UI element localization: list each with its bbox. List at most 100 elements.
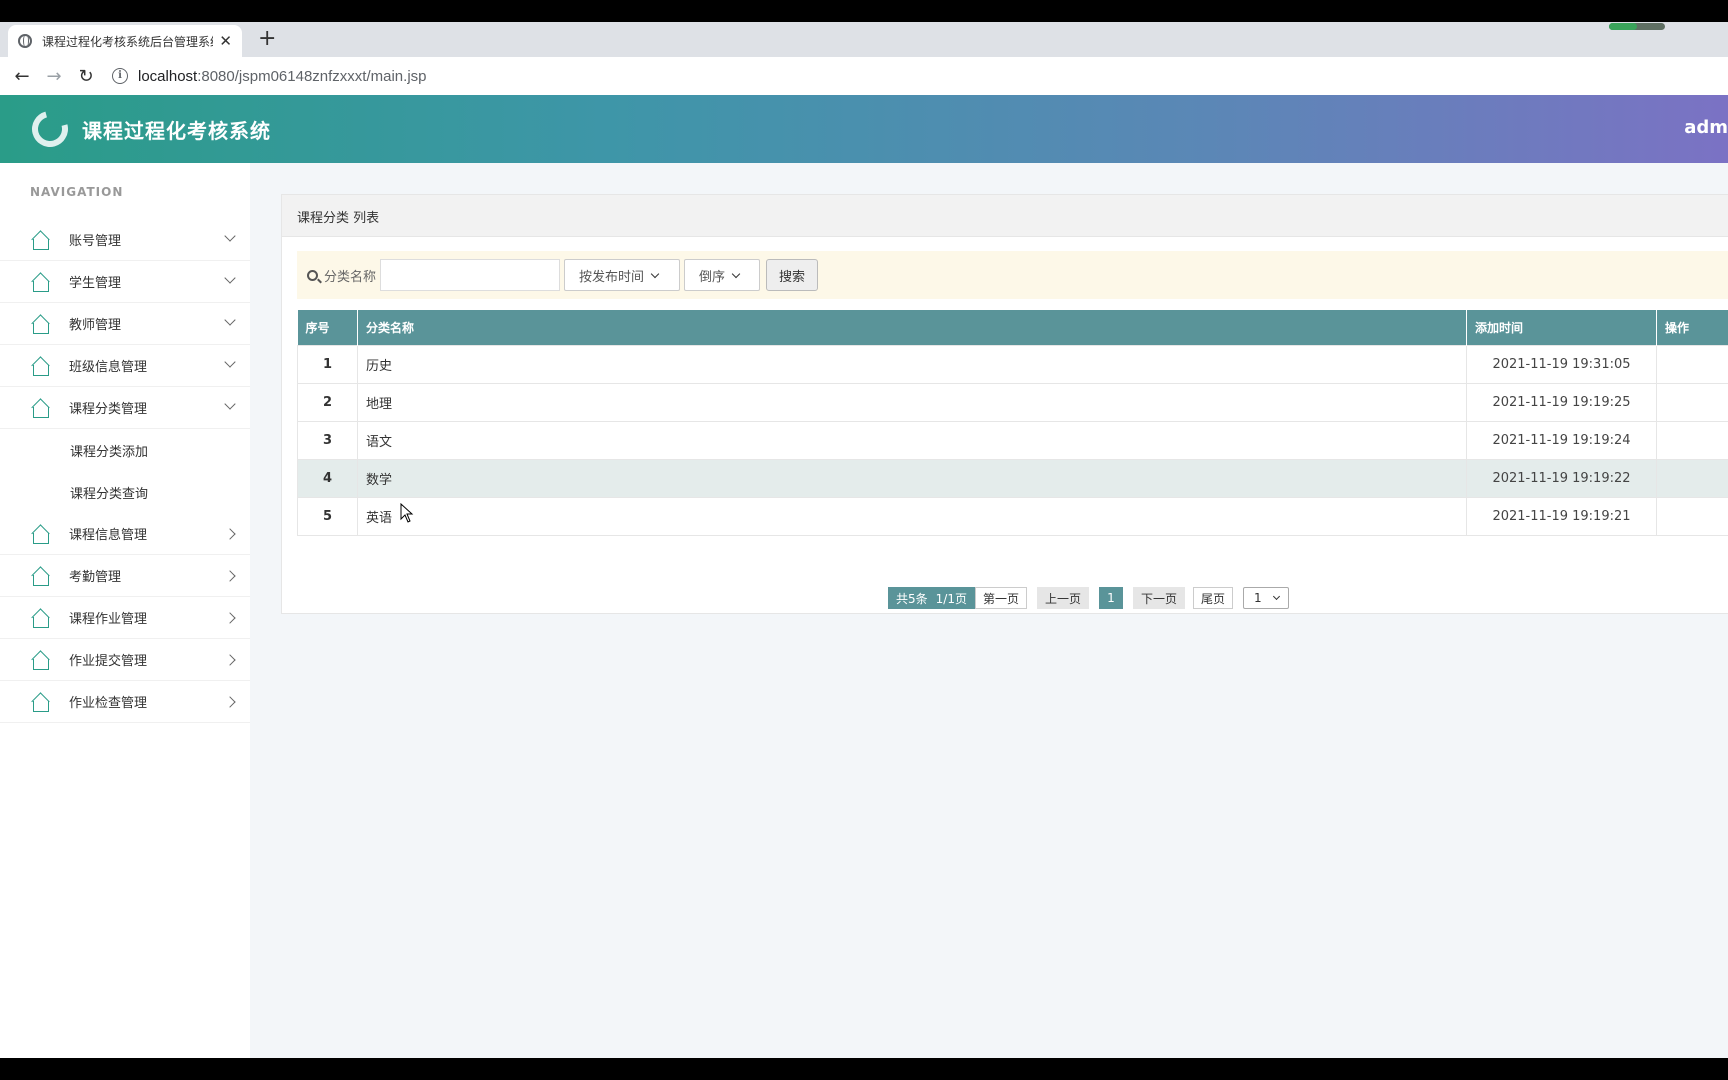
address-bar: ← → ↻ i localhost:8080/jspm06148znfzxxxt… bbox=[0, 57, 1728, 95]
chevron-right-icon bbox=[210, 569, 250, 583]
chevron-down-icon bbox=[731, 269, 741, 278]
page-jump-value: 1 bbox=[1254, 591, 1262, 605]
row-no: 5 bbox=[297, 496, 358, 536]
next-page-button[interactable]: 下一页 bbox=[1133, 587, 1186, 609]
search-icon bbox=[307, 269, 318, 281]
home-icon bbox=[31, 652, 49, 670]
row-name: 地理 bbox=[357, 382, 1467, 422]
panel-title: 课程分类 列表 bbox=[282, 195, 1728, 237]
row-name: 语文 bbox=[357, 420, 1467, 460]
home-icon bbox=[31, 568, 49, 586]
browser-tab[interactable]: 课程过程化考核系统后台管理系统 ✕ bbox=[8, 25, 242, 57]
table-row: 4 数学 2021-11-19 19:19:22 bbox=[297, 458, 1728, 498]
row-time: 2021-11-19 19:19:22 bbox=[1466, 458, 1657, 498]
table-row: 5 英语 2021-11-19 19:19:21 bbox=[297, 496, 1728, 536]
page-jump-select[interactable]: 1 bbox=[1243, 587, 1290, 609]
user-name[interactable]: adm bbox=[1684, 117, 1728, 138]
row-actions bbox=[1656, 382, 1728, 422]
sidebar-item-accounts[interactable]: 账号管理 bbox=[0, 219, 250, 261]
search-label: 分类名称 bbox=[324, 269, 377, 285]
home-icon bbox=[31, 400, 49, 418]
screen: 课程过程化考核系统后台管理系统 ✕ + ← → ↻ i localhost:80… bbox=[0, 22, 1728, 1058]
chevron-right-icon bbox=[210, 695, 250, 709]
home-icon bbox=[31, 232, 49, 250]
row-time: 2021-11-19 19:19:24 bbox=[1466, 420, 1657, 460]
col-no: 序号 bbox=[297, 310, 358, 345]
sidebar-item-attendance[interactable]: 考勤管理 bbox=[0, 555, 250, 597]
sidebar-item-homework[interactable]: 课程作业管理 bbox=[0, 597, 250, 639]
browser-tab-bar: 课程过程化考核系统后台管理系统 ✕ + bbox=[0, 22, 1728, 57]
row-no: 2 bbox=[297, 382, 358, 422]
table-row: 3 语文 2021-11-19 19:19:24 bbox=[297, 420, 1728, 460]
info-icon[interactable]: i bbox=[112, 68, 128, 84]
chevron-down-icon bbox=[210, 316, 250, 331]
sidebar-subitem-add-category[interactable]: 课程分类添加 bbox=[0, 429, 250, 471]
app-header: 课程过程化考核系统 adm bbox=[0, 95, 1728, 163]
url-path: :8080/jspm06148znfzxxxt/main.jsp bbox=[197, 67, 427, 85]
last-page-button[interactable]: 尾页 bbox=[1193, 587, 1234, 609]
sidebar-item-teachers[interactable]: 教师管理 bbox=[0, 303, 250, 345]
sidebar-item-label: 班级信息管理 bbox=[69, 360, 148, 375]
chevron-right-icon bbox=[210, 527, 250, 541]
first-page-button[interactable]: 第一页 bbox=[974, 587, 1027, 609]
sort-field-select[interactable]: 按发布时间 bbox=[564, 259, 681, 291]
row-name: 英语 bbox=[357, 496, 1467, 536]
row-actions bbox=[1656, 496, 1728, 536]
category-name-input[interactable] bbox=[380, 259, 561, 291]
sidebar-item-students[interactable]: 学生管理 bbox=[0, 261, 250, 303]
reload-icon[interactable]: ↻ bbox=[70, 66, 102, 87]
home-icon bbox=[31, 358, 49, 376]
close-tab-icon[interactable]: ✕ bbox=[219, 32, 232, 50]
row-no: 3 bbox=[297, 420, 358, 460]
new-tab-button[interactable]: + bbox=[258, 26, 276, 51]
window-indicator bbox=[1609, 23, 1665, 30]
search-button[interactable]: 搜索 bbox=[766, 259, 819, 291]
logo-icon bbox=[25, 104, 75, 154]
sidebar-item-label: 教师管理 bbox=[69, 318, 122, 333]
table-header-row: 序号 分类名称 添加时间 操作 bbox=[297, 310, 1728, 345]
table-row: 2 地理 2021-11-19 19:19:25 bbox=[297, 382, 1728, 422]
category-table: 序号 分类名称 添加时间 操作 1 历史 2021-11-19 19:31:05… bbox=[297, 310, 1728, 536]
table-row: 1 历史 2021-11-19 19:31:05 bbox=[297, 344, 1728, 384]
sidebar-item-course-info[interactable]: 课程信息管理 bbox=[0, 513, 250, 555]
row-no: 4 bbox=[297, 458, 358, 498]
row-name: 历史 bbox=[357, 344, 1467, 384]
url-field[interactable]: localhost:8080/jspm06148znfzxxxt/main.js… bbox=[138, 68, 427, 85]
back-arrow-icon[interactable]: ← bbox=[6, 66, 38, 87]
pager-total: 共5条 bbox=[888, 587, 936, 609]
home-icon bbox=[31, 316, 49, 334]
row-time: 2021-11-19 19:19:25 bbox=[1466, 382, 1657, 422]
sidebar-item-course-categories[interactable]: 课程分类管理 bbox=[0, 387, 250, 429]
sidebar: NAVIGATION 账号管理 学生管理 教师管理 班级信息管理 课程分类管理 … bbox=[0, 163, 250, 1058]
col-time: 添加时间 bbox=[1466, 310, 1657, 345]
chevron-down-icon bbox=[210, 358, 250, 373]
prev-page-button[interactable]: 上一页 bbox=[1036, 587, 1089, 609]
sidebar-subitem-query-category[interactable]: 课程分类查询 bbox=[0, 471, 250, 513]
globe-icon bbox=[18, 34, 32, 48]
forward-arrow-icon[interactable]: → bbox=[38, 66, 70, 87]
sidebar-item-label: 课程信息管理 bbox=[69, 528, 148, 543]
search-bar: 分类名称 按发布时间 倒序 搜索 bbox=[297, 251, 1728, 299]
sidebar-item-submissions[interactable]: 作业提交管理 bbox=[0, 639, 250, 681]
sidebar-item-label: 课程作业管理 bbox=[69, 612, 148, 627]
sidebar-item-label: 作业检查管理 bbox=[69, 696, 148, 711]
row-actions bbox=[1656, 420, 1728, 460]
sidebar-item-checks[interactable]: 作业检查管理 bbox=[0, 681, 250, 723]
url-host: localhost bbox=[138, 67, 198, 85]
sort-order-select[interactable]: 倒序 bbox=[684, 259, 761, 291]
app-title: 课程过程化考核系统 bbox=[82, 118, 271, 143]
col-actions: 操作 bbox=[1656, 310, 1728, 345]
current-page[interactable]: 1 bbox=[1099, 587, 1123, 609]
nav-heading: NAVIGATION bbox=[30, 185, 124, 199]
home-icon bbox=[31, 610, 49, 628]
home-icon bbox=[31, 694, 49, 712]
row-time: 2021-11-19 19:31:05 bbox=[1466, 344, 1657, 384]
pager-pages: 1/1页 bbox=[935, 587, 975, 609]
sort-order-value: 倒序 bbox=[699, 269, 726, 285]
chevron-down-icon bbox=[210, 232, 250, 247]
list-panel: 课程分类 列表 分类名称 按发布时间 倒序 搜索 序号 分类名称 添加时间 操作… bbox=[281, 194, 1728, 614]
sidebar-item-label: 课程分类管理 bbox=[69, 402, 148, 417]
home-icon bbox=[31, 274, 49, 292]
row-actions bbox=[1656, 458, 1728, 498]
sidebar-item-classes[interactable]: 班级信息管理 bbox=[0, 345, 250, 387]
